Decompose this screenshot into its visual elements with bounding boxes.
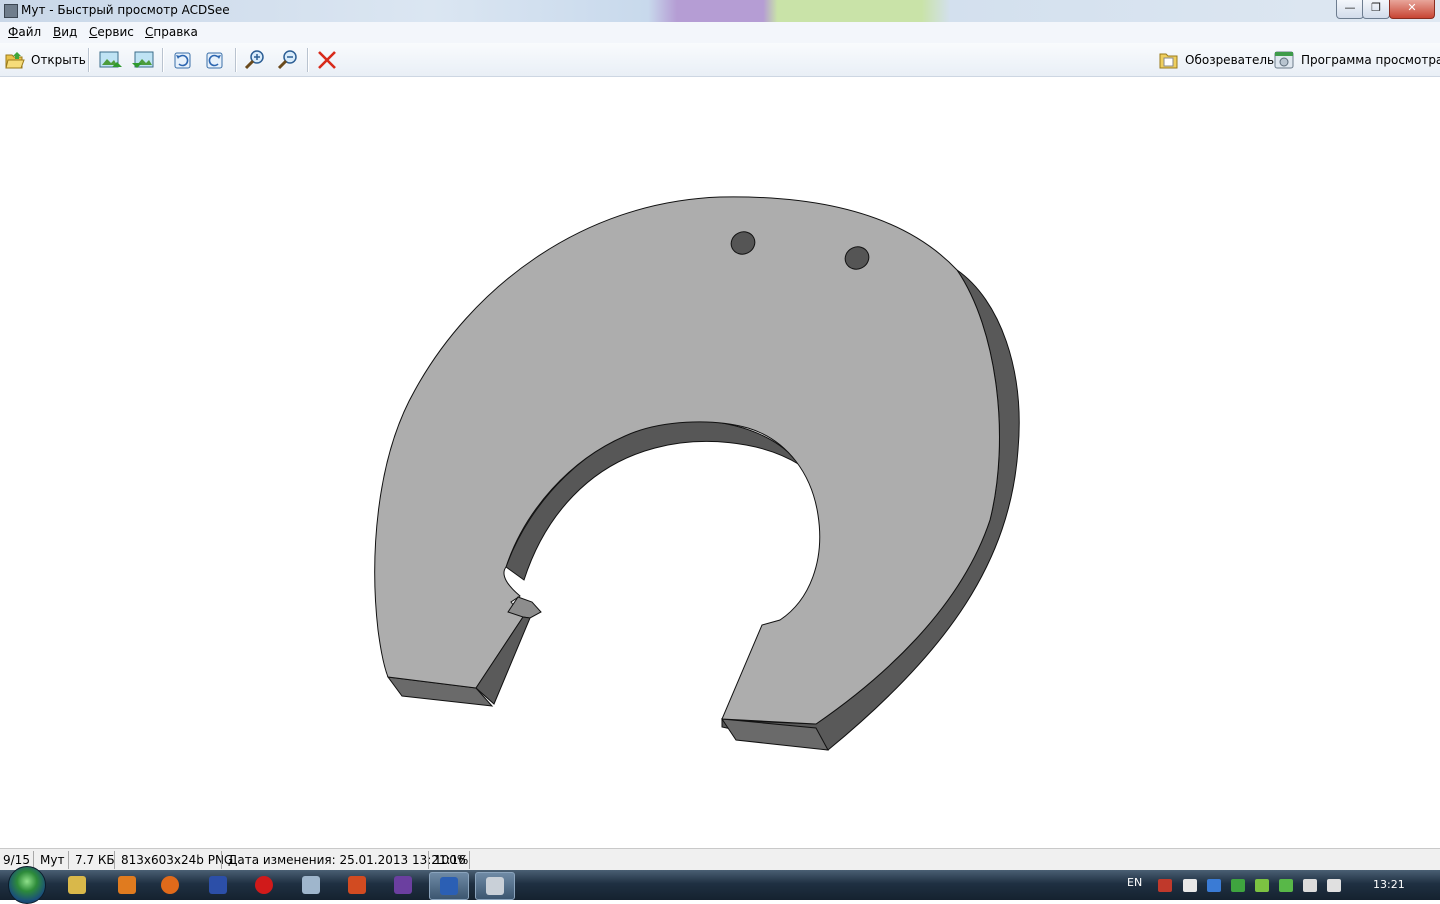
rotate-left-button[interactable] [170,48,196,72]
folder-icon [68,876,86,894]
status-info: 813x603x24b PNG [121,853,234,867]
calculator-icon [302,876,320,894]
app-icon [4,4,18,18]
menu-view-accel: В [53,25,62,39]
open-label: Открыть [31,53,86,67]
menu-help[interactable]: Справка [145,25,198,39]
taskbar-powerpoint[interactable] [338,872,378,898]
next-image-button[interactable] [131,48,157,72]
rotate-left-icon [174,52,191,69]
status-zoom: 100% [434,853,469,867]
network-monitor-icon[interactable] [1207,879,1221,892]
opera-icon [255,876,273,894]
browser-label: Обозреватель [1185,53,1275,67]
taskbar-firefox[interactable] [151,872,191,898]
taskbar-acdsee[interactable] [475,872,515,900]
toolbar-divider [88,48,89,72]
status-divider [469,851,470,869]
visual-studio-icon [394,876,412,894]
displayed-image [374,196,1020,751]
zoom-out-icon [277,50,297,70]
taskbar-explorer[interactable] [58,872,98,898]
browser-icon [1159,53,1178,69]
security-icon[interactable] [1231,879,1245,892]
open-icon [5,52,25,69]
volume-icon[interactable] [1303,879,1317,892]
toolbar: Открыть Обозреватель Программа просмотра [0,43,1440,77]
word-icon [440,877,458,895]
network-icon[interactable] [1327,879,1341,892]
window-title: Мут - Быстрый просмотр ACDSee [21,3,230,17]
viewer-label: Программа просмотра [1301,53,1440,67]
update-icon[interactable] [1255,879,1269,892]
clock[interactable]: 13:21 [1373,878,1405,891]
title-bar: Мут - Быстрый просмотр ACDSee — ❐ ✕ [0,0,1440,22]
zoom-out-button[interactable] [276,48,302,72]
language-indicator[interactable]: EN [1127,876,1142,889]
taskbar-save-app[interactable] [199,872,239,898]
menu-view-label: ид [61,25,78,39]
hash-icon[interactable] [1279,879,1293,892]
status-bar: 9/15 Мут 7.7 КБ 813x603x24b PNG Дата изм… [0,848,1440,871]
menu-file[interactable]: Файл [8,25,41,39]
menu-help-label: правка [153,25,198,39]
powerpoint-icon [348,876,366,894]
status-name: Мут [40,853,65,867]
taskbar-media-player[interactable] [108,872,148,898]
floppy-icon [209,876,227,894]
menu-file-accel: Ф [8,25,19,39]
menu-service-label: ервис [97,25,134,39]
firefox-icon [161,876,179,894]
delete-icon [318,51,336,69]
status-divider [68,851,69,869]
flag-icon[interactable] [1183,879,1197,892]
status-divider [221,851,222,869]
menu-service[interactable]: Сервис [89,25,134,39]
maximize-button[interactable]: ❐ [1362,0,1390,19]
toolbar-divider [162,48,163,72]
taskbar-visual-studio[interactable] [384,872,424,898]
taskbar: EN 13:21 [0,866,1440,904]
prev-image-icon [99,51,122,68]
menu-view[interactable]: Вид [53,25,77,39]
status-divider [428,851,429,869]
viewer-button[interactable]: Программа просмотра [1273,48,1440,72]
rotate-right-button[interactable] [203,48,229,72]
zoom-in-icon [244,50,264,70]
minimize-button[interactable]: — [1336,0,1364,19]
taskbar-opera[interactable] [245,872,285,898]
taskbar-word[interactable] [429,872,469,900]
rotate-right-icon [206,52,223,69]
next-image-icon [132,51,154,68]
menu-file-label: айл [18,25,42,39]
media-player-icon [118,876,136,894]
zoom-in-button[interactable] [243,48,269,72]
toolbar-divider [235,48,236,72]
status-divider [114,851,115,869]
viewer-icon [1274,51,1294,69]
prev-image-button[interactable] [98,48,124,72]
acdsee-icon [486,877,504,895]
close-button[interactable]: ✕ [1389,0,1435,19]
browser-button[interactable]: Обозреватель [1158,48,1274,72]
status-index: 9/15 [3,853,30,867]
image-viewer[interactable] [0,77,1440,847]
taskbar-calculator[interactable] [292,872,332,898]
toolbar-divider [307,48,308,72]
start-button[interactable] [8,866,46,904]
antivirus-icon[interactable] [1158,879,1172,892]
open-button[interactable]: Открыть [3,48,86,72]
status-size: 7.7 КБ [75,853,115,867]
delete-button[interactable] [315,48,339,72]
status-modified: Дата изменения: 25.01.2013 13:21:16 [228,853,466,867]
menu-bar: Файл Вид Сервис Справка [0,22,1440,44]
